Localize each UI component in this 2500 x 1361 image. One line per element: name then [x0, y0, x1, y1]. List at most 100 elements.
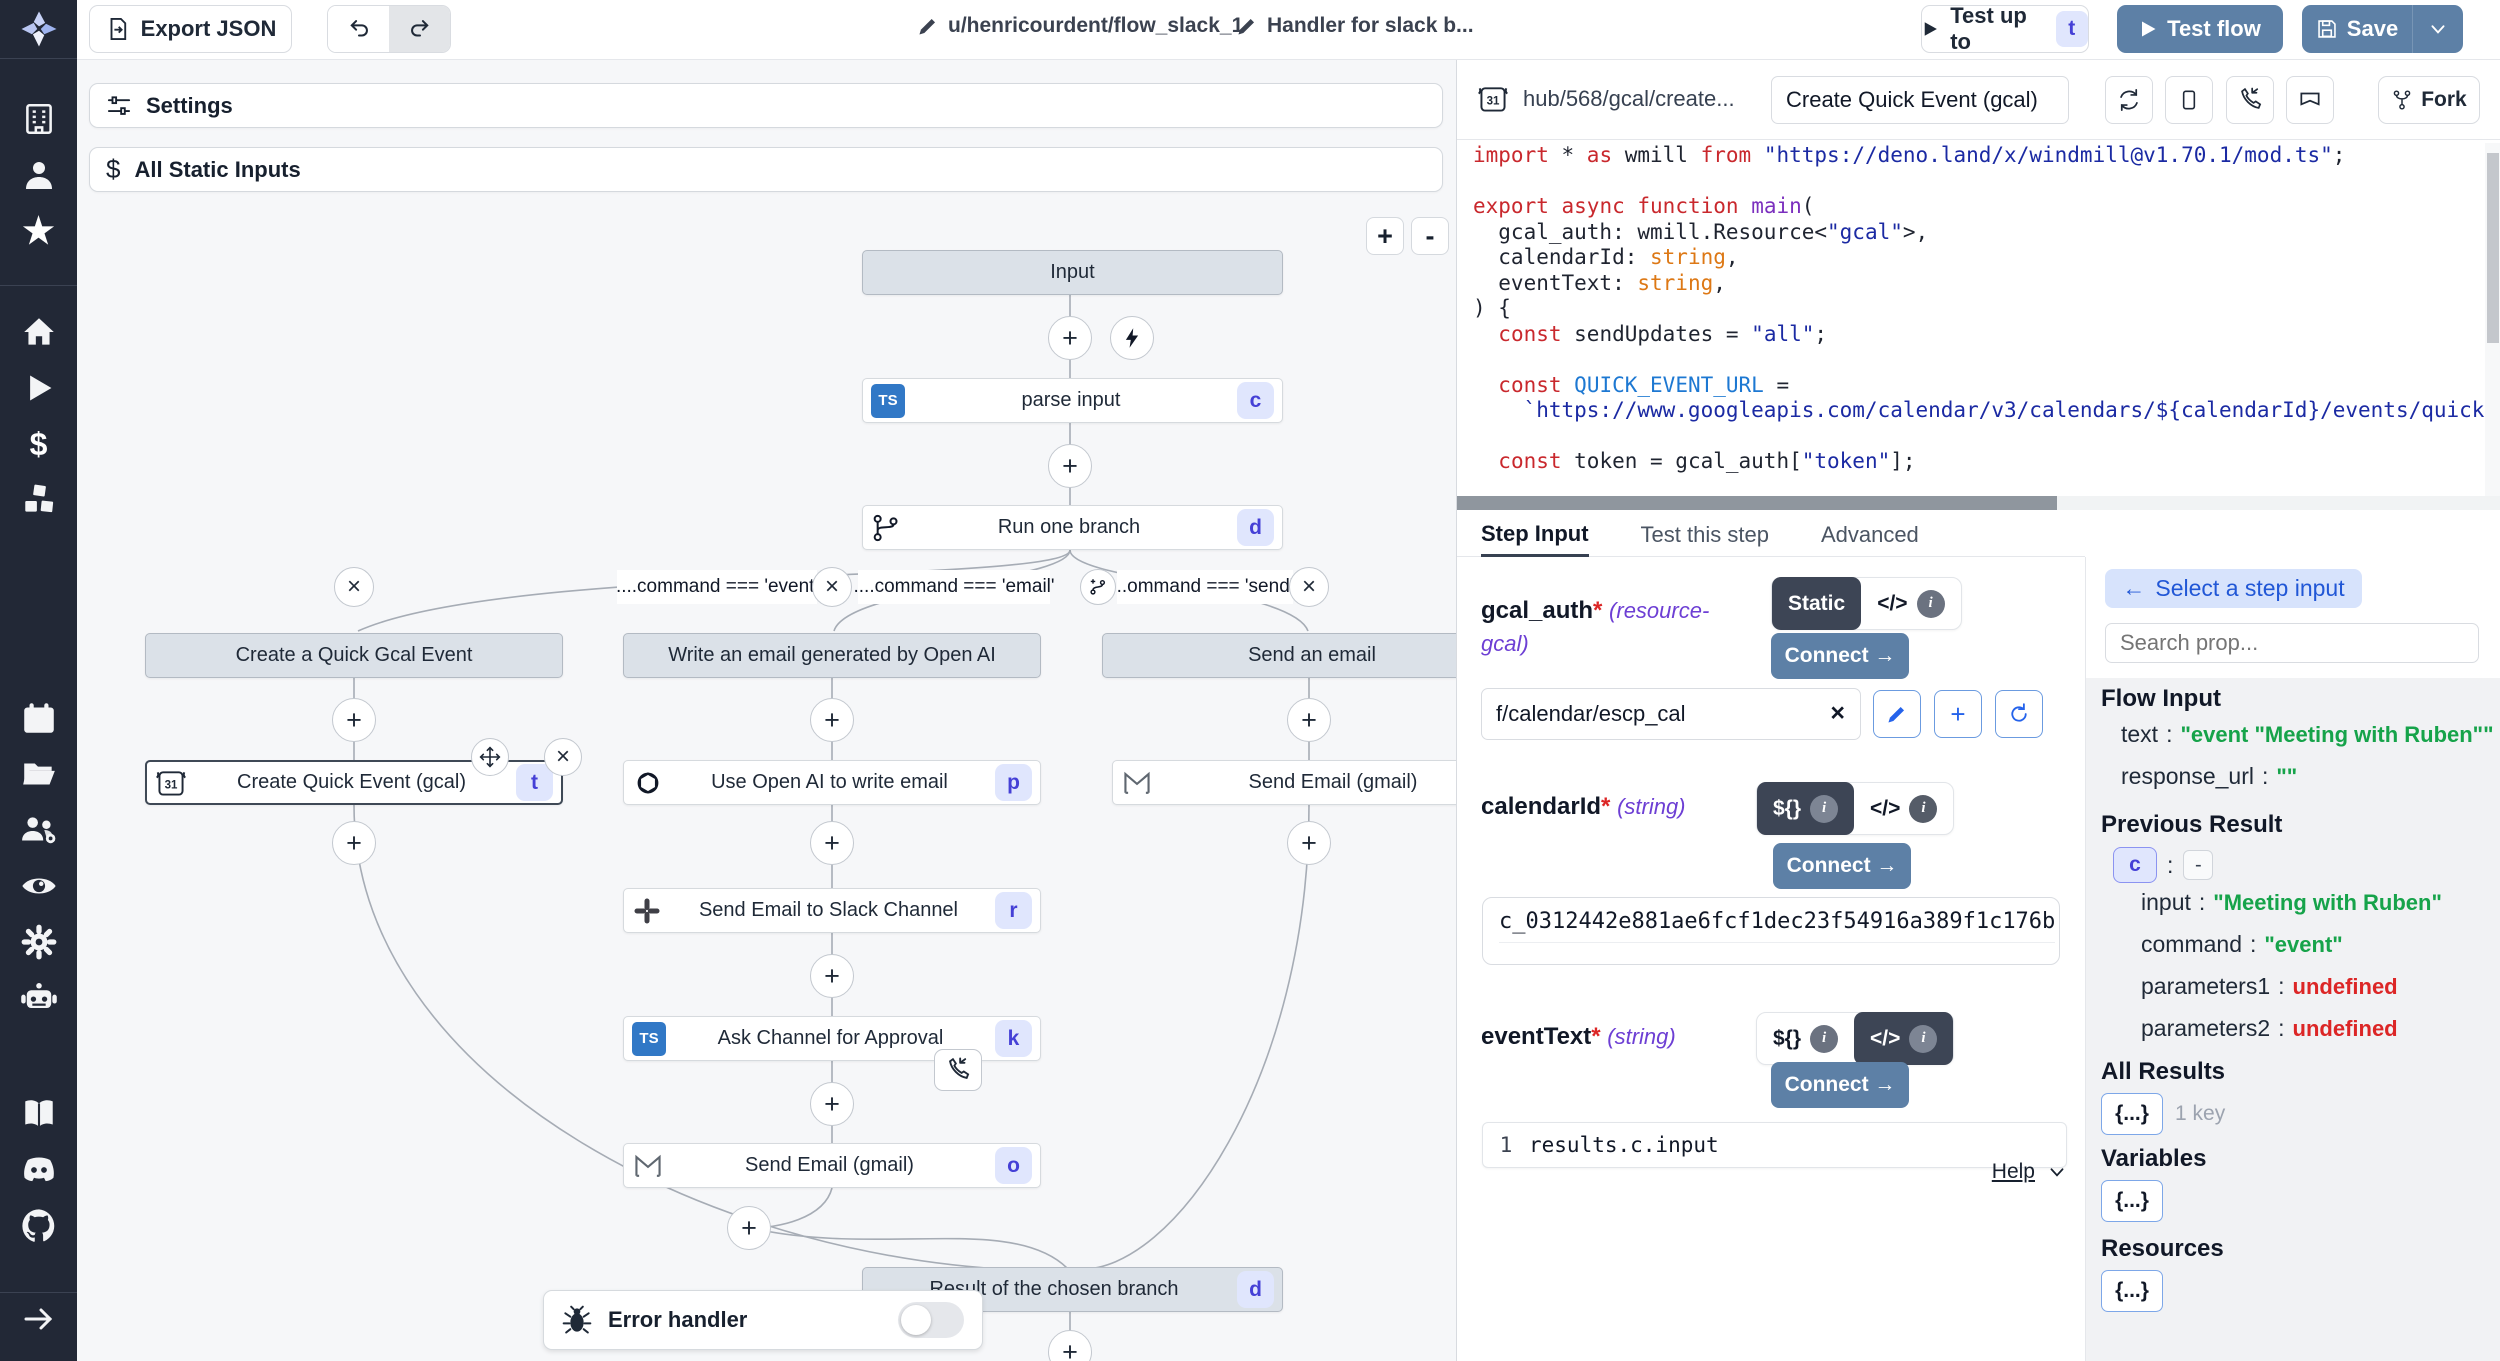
node-parse-input[interactable]: TS parse input c — [862, 378, 1283, 423]
dollar-icon[interactable]: $ — [0, 416, 77, 472]
branch-header-email[interactable]: Write an email generated by Open AI — [623, 633, 1041, 678]
scrollbar-thumb[interactable] — [2487, 153, 2499, 343]
all-static-inputs-bar[interactable]: $ All Static Inputs — [89, 147, 1443, 192]
node-send-email-gmail[interactable]: Send Email (gmail) o — [623, 1143, 1041, 1188]
prop-row[interactable]: response_url:"" — [2121, 763, 2494, 790]
folder-icon[interactable] — [0, 746, 77, 802]
flow-summary-breadcrumb[interactable]: Handler for slack b... — [1236, 14, 1474, 38]
building-icon[interactable] — [0, 91, 77, 147]
book-icon[interactable] — [0, 1086, 77, 1142]
add-step-button[interactable]: + — [727, 1206, 771, 1250]
node-send-slack[interactable]: Send Email to Slack Channel r — [623, 888, 1041, 933]
code-mode-button[interactable]: </>i — [1854, 782, 1953, 835]
calendarid-value[interactable]: c_0312442e881ae6fcf1dec23f54916a389f1c17… — [1499, 909, 2055, 943]
scrollbar-thumb[interactable] — [1457, 496, 2057, 510]
eventtext-connect-button[interactable]: Connect → — [1771, 1062, 1909, 1108]
node-send-email-gmail-right[interactable]: Send Email (gmail) — [1112, 760, 1456, 805]
zoom-in-button[interactable]: + — [1366, 217, 1404, 255]
calendarid-connect-button[interactable]: Connect → — [1773, 843, 1911, 889]
add-step-button[interactable]: + — [810, 821, 854, 865]
object-expand-button[interactable]: {...} — [2101, 1093, 2163, 1135]
fork-button[interactable]: Fork — [2378, 76, 2480, 124]
test-flow-button[interactable]: Test flow — [2117, 5, 2283, 53]
eye-icon[interactable] — [0, 858, 77, 914]
play-icon[interactable] — [0, 360, 77, 416]
add-step-button[interactable]: + — [332, 821, 376, 865]
clear-value-icon[interactable]: × — [1830, 699, 1845, 728]
code-hscrollbar[interactable] — [1457, 496, 2500, 510]
remove-branch-button[interactable]: × — [334, 567, 374, 607]
info-icon[interactable]: i — [1909, 795, 1937, 823]
gcal-auth-value-input[interactable] — [1481, 688, 1861, 740]
search-prop-input[interactable] — [2105, 623, 2479, 663]
add-step-button[interactable]: + — [810, 698, 854, 742]
add-step-button[interactable]: + — [1048, 316, 1092, 360]
info-icon[interactable]: i — [1810, 1025, 1838, 1053]
home-icon[interactable] — [0, 304, 77, 360]
reload-script-button[interactable] — [2105, 76, 2153, 124]
save-dropdown-button[interactable] — [2412, 5, 2463, 53]
person-icon[interactable] — [0, 147, 77, 203]
tab-step-input[interactable]: Step Input — [1481, 513, 1589, 557]
arrow-right-icon[interactable] — [0, 1291, 77, 1347]
eventtext-expr[interactable]: results.c.input — [1529, 1133, 1719, 1157]
code-editor[interactable]: import * as wmill from "https://deno.lan… — [1457, 143, 2485, 493]
select-step-input-button[interactable]: ← Select a step input — [2105, 569, 2362, 608]
gcal-auth-connect-button[interactable]: Connect → — [1771, 633, 1909, 679]
remove-branch-button[interactable]: × — [1289, 567, 1329, 607]
refresh-resource-button[interactable] — [1995, 690, 2043, 738]
branch-header-send[interactable]: Send an email — [1102, 633, 1456, 678]
code-mode-button[interactable]: </>i — [1854, 1012, 1953, 1065]
boxes-icon[interactable] — [0, 472, 77, 528]
flow-path-breadcrumb[interactable]: u/henricourdent/flow_slack_1 — [917, 14, 1243, 38]
object-expand-button[interactable]: {...} — [2101, 1270, 2163, 1312]
test-up-to-button[interactable]: Test up to t — [1921, 5, 2089, 53]
prop-row[interactable]: parameters1:undefined — [2141, 973, 2442, 1000]
flow-settings-bar[interactable]: Settings — [89, 83, 1443, 128]
template-mode-button[interactable]: ${}i — [1757, 782, 1854, 835]
step-id-badge[interactable]: c — [2113, 847, 2157, 883]
star-icon[interactable]: ★ — [0, 203, 77, 259]
info-icon[interactable]: i — [1810, 795, 1838, 823]
node-use-openai[interactable]: Use Open AI to write email p — [623, 760, 1041, 805]
code-mode-button[interactable]: </>i — [1861, 577, 1960, 630]
remove-step-button[interactable]: × — [544, 738, 582, 776]
trigger-lightning-button[interactable] — [1110, 316, 1154, 360]
template-mode-button[interactable]: ${}i — [1757, 1012, 1854, 1065]
branch-condition-email[interactable]: ....command === 'email' — [858, 570, 1050, 604]
add-branch-button[interactable] — [1080, 569, 1116, 605]
users-gear-icon[interactable] — [0, 802, 77, 858]
step-summary-input[interactable] — [1771, 76, 2069, 124]
node-run-one-branch[interactable]: Run one branch d — [862, 505, 1283, 550]
prop-row[interactable]: input:"Meeting with Ruben" — [2141, 889, 2442, 916]
gear-icon[interactable] — [0, 914, 77, 970]
object-expand-button[interactable]: {...} — [2101, 1180, 2163, 1222]
error-handler-toggle[interactable] — [898, 1302, 964, 1338]
windmill-logo-icon[interactable] — [0, 0, 77, 58]
discord-icon[interactable] — [0, 1142, 77, 1198]
add-step-button[interactable]: + — [1048, 444, 1092, 488]
move-step-button[interactable] — [471, 738, 509, 776]
collapse-button[interactable]: - — [2183, 850, 2213, 880]
export-json-button[interactable]: Export JSON — [89, 5, 292, 53]
add-step-button[interactable]: + — [1287, 698, 1331, 742]
add-step-button[interactable]: + — [810, 1082, 854, 1126]
calendar-icon[interactable] — [0, 690, 77, 746]
node-input[interactable]: Input — [862, 250, 1283, 295]
info-icon[interactable]: i — [1917, 590, 1945, 618]
calendarid-value-editor[interactable]: c_0312442e881ae6fcf1dec23f54916a389f1c17… — [1482, 897, 2060, 965]
redo-button[interactable] — [389, 6, 450, 52]
undo-button[interactable] — [328, 6, 389, 52]
tab-advanced[interactable]: Advanced — [1821, 513, 1919, 557]
static-mode-button[interactable]: Static — [1772, 577, 1861, 630]
add-step-button[interactable]: + — [810, 954, 854, 998]
prop-row[interactable]: parameters2:undefined — [2141, 1015, 2442, 1042]
code-vscrollbar[interactable] — [2485, 143, 2500, 496]
branch-header-gcal[interactable]: Create a Quick Gcal Event — [145, 633, 563, 678]
suspend-button[interactable] — [2226, 76, 2274, 124]
prop-row[interactable]: command:"event" — [2141, 931, 2442, 958]
tab-test-this-step[interactable]: Test this step — [1641, 513, 1769, 557]
box-button[interactable] — [2165, 76, 2213, 124]
save-button[interactable]: Save — [2302, 5, 2412, 53]
remove-branch-button[interactable]: × — [812, 567, 852, 607]
